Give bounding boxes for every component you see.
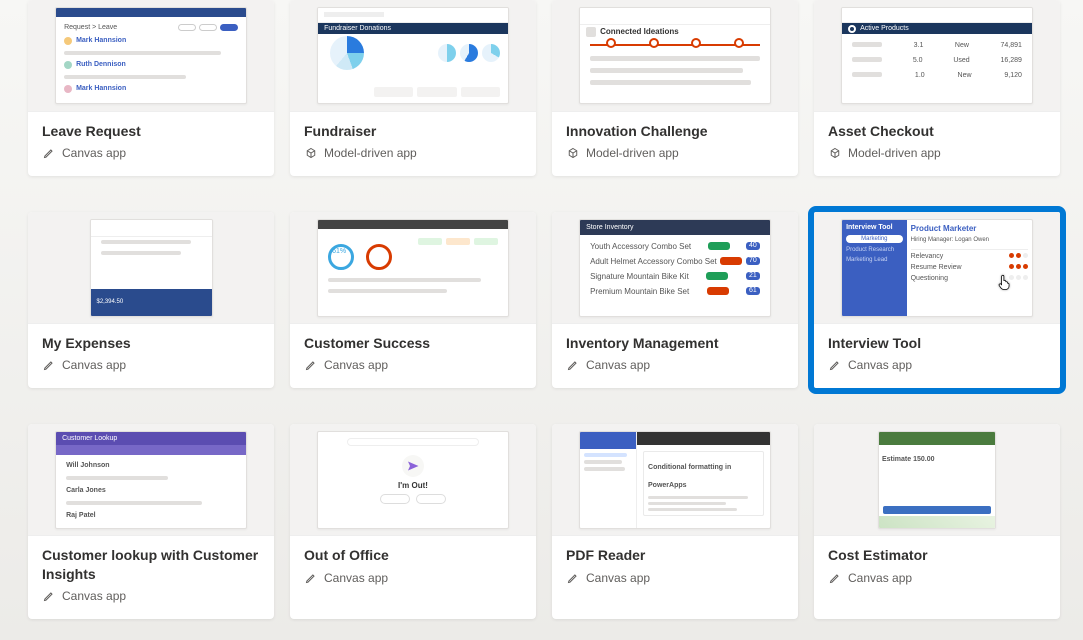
thumbnail: 61% — [290, 212, 536, 324]
app-type: Canvas app — [62, 358, 126, 372]
app-type: Canvas app — [848, 571, 912, 585]
pencil-icon — [566, 358, 580, 372]
app-gallery-grid: Request > Leave Mark Hannsion — [28, 0, 1083, 619]
app-type: Canvas app — [586, 571, 650, 585]
pencil-icon — [42, 589, 56, 603]
model-icon — [566, 146, 580, 160]
pencil-icon — [304, 571, 318, 585]
card-title: Fundraiser — [304, 122, 522, 140]
card-interview-tool[interactable]: Interview Tool Marketing Product Researc… — [814, 212, 1060, 388]
card-pdf-reader[interactable]: Conditional formatting in PowerApps PDF … — [552, 424, 798, 618]
model-icon — [304, 146, 318, 160]
card-customer-success[interactable]: 61% Customer Success Canvas app — [290, 212, 536, 388]
pencil-icon — [828, 358, 842, 372]
card-title: Inventory Management — [566, 334, 784, 352]
thumbnail: I'm Out! — [290, 424, 536, 536]
app-type: Model-driven app — [848, 146, 941, 160]
card-title: Interview Tool — [828, 334, 1046, 352]
app-type: Canvas app — [324, 571, 388, 585]
pencil-icon — [828, 571, 842, 585]
app-type: Model-driven app — [586, 146, 679, 160]
card-title: My Expenses — [42, 334, 260, 352]
card-cost-estimator[interactable]: Estimate 150.00 Cost Estimator Canvas ap… — [814, 424, 1060, 618]
app-type: Canvas app — [324, 358, 388, 372]
pencil-icon — [304, 358, 318, 372]
card-title: Asset Checkout — [828, 122, 1046, 140]
card-title: PDF Reader — [566, 546, 784, 564]
app-type: Canvas app — [62, 146, 126, 160]
card-out-of-office[interactable]: I'm Out! Out of Office Canvas app — [290, 424, 536, 618]
thumbnail: Estimate 150.00 — [814, 424, 1060, 536]
thumbnail: Active Products 3.1New74,891 5.0Used16,2… — [814, 0, 1060, 112]
pencil-icon — [566, 571, 580, 585]
app-type: Canvas app — [62, 589, 126, 603]
thumbnail: Fundraiser Donations — [290, 0, 536, 112]
pencil-icon — [42, 358, 56, 372]
app-type: Canvas app — [848, 358, 912, 372]
card-asset-checkout[interactable]: Active Products 3.1New74,891 5.0Used16,2… — [814, 0, 1060, 176]
thumbnail: Request > Leave Mark Hannsion — [28, 0, 274, 112]
card-title: Cost Estimator — [828, 546, 1046, 564]
card-leave-request[interactable]: Request > Leave Mark Hannsion — [28, 0, 274, 176]
thumbnail: Customer Lookup Will Johnson Carla Jones… — [28, 424, 274, 536]
card-inventory-management[interactable]: Store Inventory Youth Accessory Combo Se… — [552, 212, 798, 388]
card-title: Customer Success — [304, 334, 522, 352]
card-fundraiser[interactable]: Fundraiser Donations Fundraiser — [290, 0, 536, 176]
card-title: Leave Request — [42, 122, 260, 140]
thumbnail: Conditional formatting in PowerApps — [552, 424, 798, 536]
thumbnail: Store Inventory Youth Accessory Combo Se… — [552, 212, 798, 324]
card-innovation-challenge[interactable]: Connected Ideations Innovation Challenge — [552, 0, 798, 176]
app-type: Canvas app — [586, 358, 650, 372]
card-title: Out of Office — [304, 546, 522, 564]
app-type: Model-driven app — [324, 146, 417, 160]
card-title: Innovation Challenge — [566, 122, 784, 140]
card-title: Customer lookup with Customer Insights — [42, 546, 260, 582]
model-icon — [828, 146, 842, 160]
thumbnail: $2,394.50 — [28, 212, 274, 324]
thumbnail: Interview Tool Marketing Product Researc… — [814, 212, 1060, 324]
pencil-icon — [42, 146, 56, 160]
card-customer-lookup[interactable]: Customer Lookup Will Johnson Carla Jones… — [28, 424, 274, 618]
thumbnail: Connected Ideations — [552, 0, 798, 112]
card-my-expenses[interactable]: $2,394.50 My Expenses Canvas app — [28, 212, 274, 388]
